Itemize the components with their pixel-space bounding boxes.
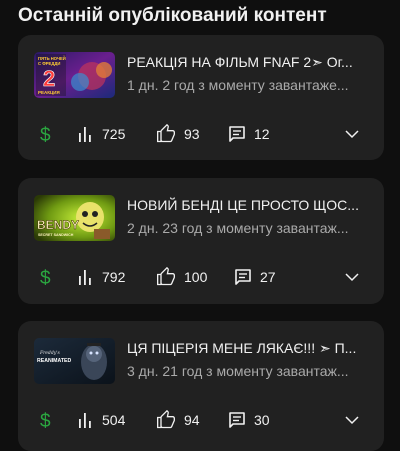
comment-icon [235, 269, 251, 285]
likes-stat[interactable]: 93 [156, 123, 200, 145]
video-thumbnail[interactable]: BENDY SECRET SANDWICH [34, 195, 115, 241]
thumbnail-text-line: 2 [43, 66, 55, 91]
comments-stat[interactable]: 27 [234, 266, 276, 288]
thumbnail-text-line: BENDY [37, 218, 79, 232]
video-upload-time: 1 дн. 2 год з моменту завантаже... [127, 77, 349, 93]
likes-count: 93 [184, 126, 200, 142]
comments-stat[interactable]: 12 [228, 123, 270, 145]
thumbnail-text-line: REANIMATED [37, 358, 71, 364]
bar-chart-icon [79, 413, 91, 428]
video-upload-time: 2 дн. 23 год з моменту завантаж... [127, 220, 349, 236]
comment-icon [229, 126, 245, 142]
thumb-up-icon [157, 124, 175, 143]
svg-text:$: $ [40, 268, 51, 287]
views-stat[interactable]: 504 [78, 409, 125, 431]
bar-chart-icon [79, 270, 91, 285]
video-title[interactable]: РЕАКЦІЯ НА ФІЛЬМ FNAF 2➣ Ог... [127, 54, 367, 71]
comments-stat[interactable]: 30 [228, 409, 270, 431]
video-thumbnail[interactable]: Freddy's REANIMATED [34, 338, 115, 384]
views-count: 792 [102, 269, 126, 285]
dollar-icon: $ [40, 411, 51, 430]
expand-button[interactable] [344, 409, 360, 431]
thumbnail-text-line: РЕАКЦИЯ [38, 90, 60, 95]
svg-text:$: $ [40, 125, 51, 144]
video-card[interactable]: Freddy's REANIMATED ЦЯ ПІЦЕРІЯ МЕНЕ ЛЯКА… [18, 321, 384, 451]
video-stats-row: $ 792 100 27 [18, 266, 384, 288]
likes-count: 100 [184, 269, 208, 285]
expand-button[interactable] [344, 266, 360, 288]
bar-chart-icon [79, 127, 91, 142]
video-title[interactable]: ЦЯ ПІЦЕРІЯ МЕНЕ ЛЯКАЄ!!! ➣ П... [127, 340, 367, 357]
monetization-status[interactable]: $ [39, 409, 53, 431]
comment-icon [229, 412, 245, 428]
video-title[interactable]: НОВИЙ БЕНДІ ЦЕ ПРОСТО ЩОС... [127, 197, 367, 213]
video-upload-time: 3 дн. 21 год з моменту завантаж... [127, 363, 349, 379]
likes-stat[interactable]: 94 [156, 409, 200, 431]
views-stat[interactable]: 725 [78, 123, 125, 145]
comments-count: 30 [254, 412, 270, 428]
video-stats-row: $ 725 93 12 [18, 123, 384, 145]
video-stats-row: $ 504 94 30 [18, 409, 384, 431]
chevron-down-icon [345, 416, 359, 425]
comments-count: 27 [260, 269, 276, 285]
expand-button[interactable] [344, 123, 360, 145]
dollar-icon: $ [40, 268, 51, 287]
recent-content-page: Останній опублікований контент ПЯТЬ НОЧЕ… [0, 0, 400, 451]
thumbnail-text-line: Freddy's [39, 350, 60, 356]
monetization-status[interactable]: $ [39, 123, 53, 145]
likes-stat[interactable]: 100 [156, 266, 207, 288]
video-card[interactable]: ПЯТЬ НОЧЕЙ С ФРЕДДИ 2 РЕАКЦИЯ РЕАКЦІЯ НА… [18, 35, 384, 160]
chevron-down-icon [345, 130, 359, 139]
video-thumbnail[interactable]: ПЯТЬ НОЧЕЙ С ФРЕДДИ 2 РЕАКЦИЯ [34, 52, 115, 98]
section-title: Останній опублікований контент [18, 5, 327, 26]
thumbnail-text-line: SECRET SANDWICH [38, 233, 74, 237]
likes-count: 94 [184, 412, 200, 428]
views-count: 725 [102, 126, 126, 142]
thumb-up-icon [157, 410, 175, 429]
svg-text:$: $ [40, 411, 51, 430]
views-stat[interactable]: 792 [78, 266, 125, 288]
views-count: 504 [102, 412, 126, 428]
comments-count: 12 [254, 126, 270, 142]
monetization-status[interactable]: $ [39, 266, 53, 288]
video-card[interactable]: BENDY SECRET SANDWICH НОВИЙ БЕНДІ ЦЕ ПРО… [18, 178, 384, 304]
thumb-up-icon [157, 267, 175, 286]
chevron-down-icon [345, 273, 359, 282]
dollar-icon: $ [40, 125, 51, 144]
